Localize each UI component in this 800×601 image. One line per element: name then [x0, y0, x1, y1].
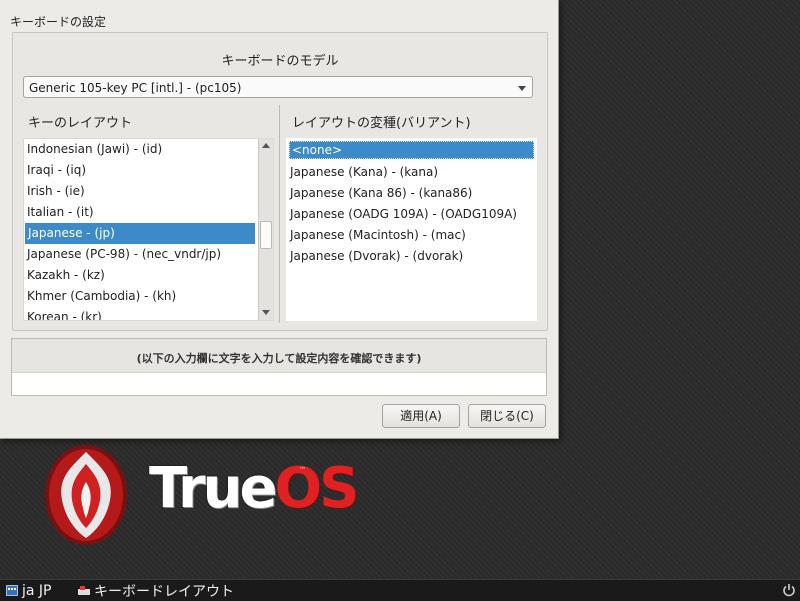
test-area: (以下の入力欄に文字を入力して設定内容を確認できます) [11, 338, 547, 396]
test-instruction-label: (以下の入力欄に文字を入力して設定内容を確認できます) [136, 352, 422, 365]
settings-group: キーボードのモデル Generic 105-key PC [intl.] - (… [12, 32, 548, 331]
keyboard-settings-dialog: キーボードの設定 キーボードのモデル Generic 105-key PC [i… [0, 0, 559, 439]
keyboard-layout-icon [78, 586, 90, 595]
keyboard-model-value: Generic 105-key PC [intl.] - (pc105) [29, 81, 242, 95]
variant-title: レイアウトの変種(バリアント) [292, 116, 471, 131]
taskbar: ja JP キーボードレイアウト [0, 579, 800, 601]
keyboard-icon [6, 585, 18, 596]
taskbar-language-label: ja JP [22, 582, 52, 599]
layout-list-item[interactable]: Khmer (Cambodia) - (kh) [24, 286, 256, 307]
logo-text-os: OS [274, 456, 360, 521]
model-section-title: キーボードのモデル [221, 54, 339, 69]
scroll-down-icon[interactable] [262, 310, 270, 315]
layout-title: キーのレイアウト [28, 116, 133, 131]
layout-list-item[interactable]: Irish - (ie) [24, 181, 256, 202]
layout-list[interactable]: Indonesian (Jawi) - (id) Iraqi - (iq) Iris… [23, 138, 274, 321]
variant-list-item[interactable]: Japanese (Macintosh) - (mac) [287, 225, 536, 246]
keyboard-model-select[interactable]: Generic 105-key PC [intl.] - (pc105) [23, 76, 533, 98]
power-icon[interactable] [782, 583, 796, 597]
trademark-mark: ™ [299, 466, 306, 474]
taskbar-keyboard-layout-item[interactable]: キーボードレイアウト [78, 582, 234, 600]
layout-list-item[interactable]: Kazakh - (kz) [24, 265, 256, 286]
column-divider [279, 105, 280, 323]
taskbar-keyboard-layout-label: キーボードレイアウト [94, 583, 234, 600]
flame-logo-icon [45, 445, 127, 545]
layout-list-item[interactable]: Japanese (PC-98) - (nec_vndr/jp) [24, 244, 256, 265]
chevron-down-icon [518, 86, 526, 91]
taskbar-language-item[interactable]: ja JP [6, 582, 52, 599]
layout-list-scrollbar[interactable] [258, 139, 273, 320]
layout-list-item[interactable]: Japanese - (jp) [25, 223, 255, 244]
layout-list-item[interactable]: Iraqi - (iq) [24, 160, 256, 181]
layout-list-item[interactable]: Indonesian (Jawi) - (id) [24, 139, 256, 160]
layout-list-item[interactable]: Korean - (kr) [24, 307, 256, 320]
variant-list-item[interactable]: Japanese (Kana) - (kana) [287, 162, 536, 183]
test-input-field[interactable] [12, 372, 546, 395]
variant-list-item[interactable]: Japanese (OADG 109A) - (OADG109A) [287, 204, 536, 225]
trueos-logo-text: TrueOS [149, 456, 360, 521]
layout-list-item[interactable]: Italian - (it) [24, 202, 256, 223]
variant-list[interactable]: <none> Japanese (Kana) - (kana) Japanese (… [286, 138, 537, 321]
scroll-up-icon[interactable] [262, 143, 270, 148]
variant-list-item[interactable]: Japanese (Kana 86) - (kana86) [287, 183, 536, 204]
variant-list-item[interactable]: <none> [289, 141, 534, 159]
dialog-title: キーボードの設定 [10, 15, 107, 29]
logo-text-true: True [149, 456, 278, 521]
close-button[interactable]: 閉じる(C) [468, 404, 546, 428]
variant-list-item[interactable]: Japanese (Dvorak) - (dvorak) [287, 246, 536, 267]
scrollbar-thumb[interactable] [260, 221, 272, 249]
apply-button[interactable]: 適用(A) [382, 404, 460, 428]
